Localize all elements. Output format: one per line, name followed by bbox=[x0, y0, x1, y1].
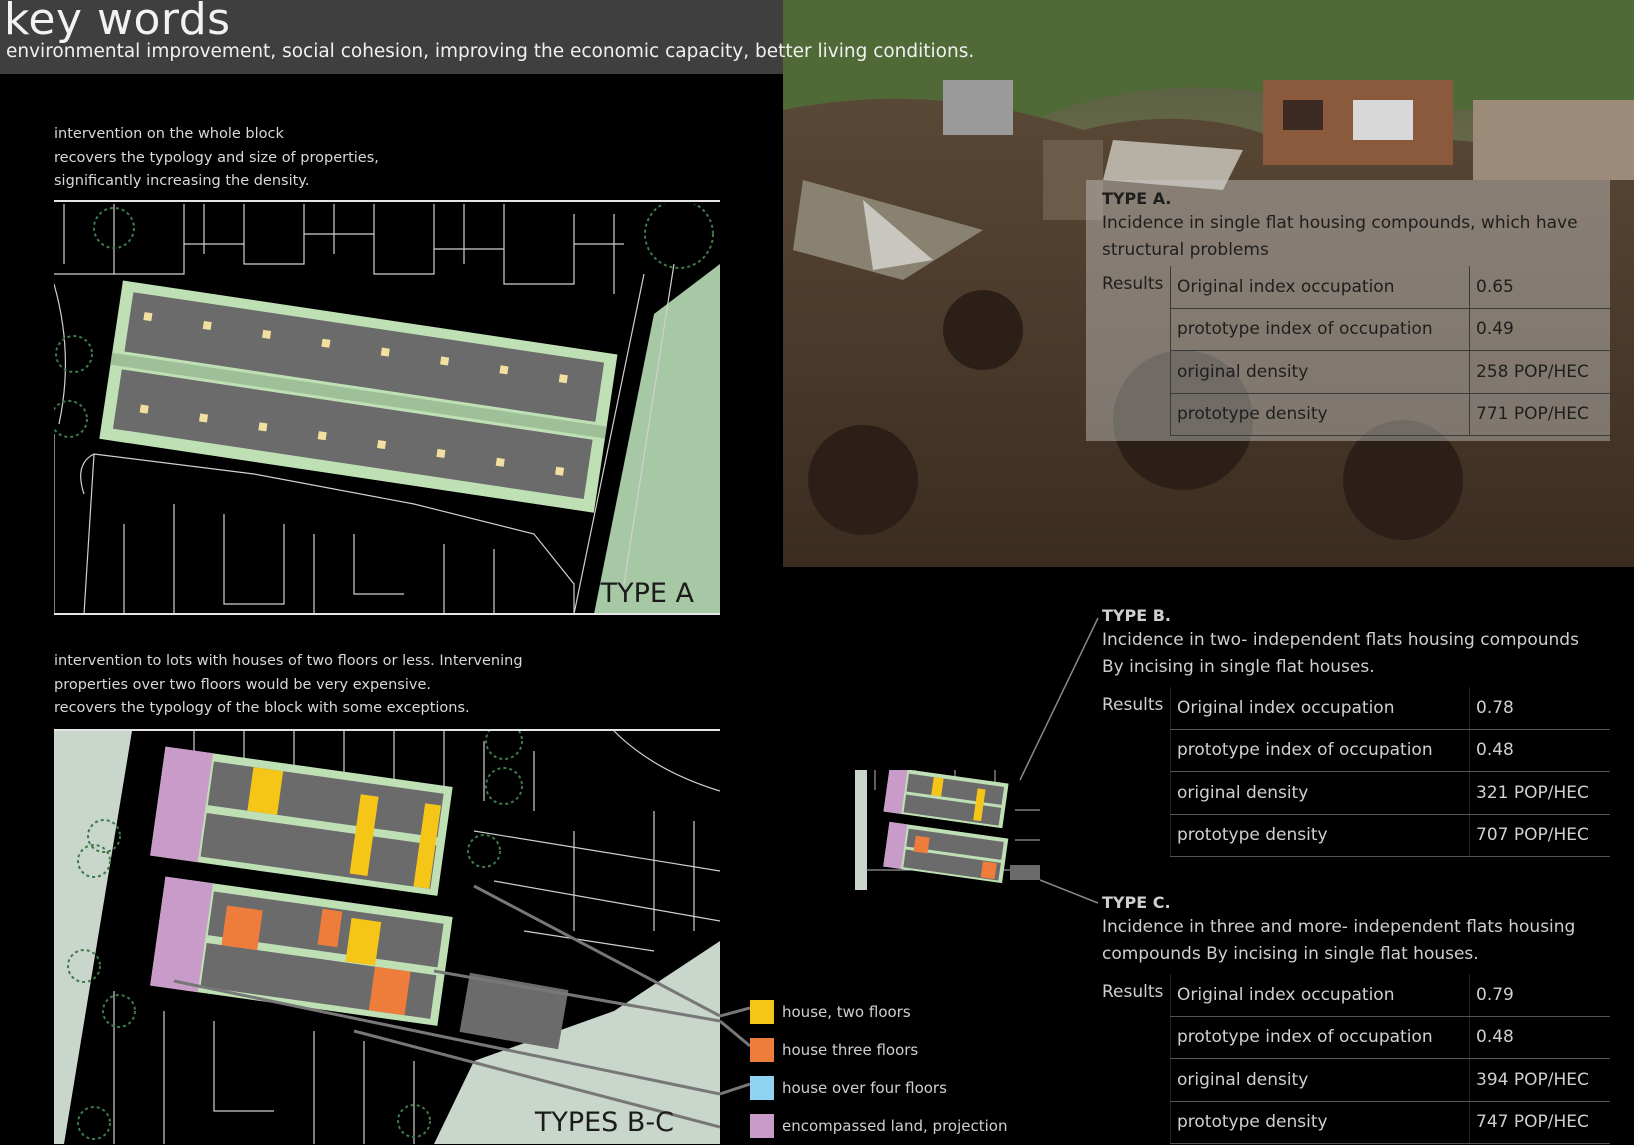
row-value: 394 POP/HEC bbox=[1469, 1058, 1610, 1102]
legend-swatch-three-floors bbox=[750, 1038, 774, 1062]
legend-label: encompassed land, projection bbox=[782, 1117, 1008, 1135]
type-b-info: TYPE B. Incidence in two- independent fl… bbox=[1102, 605, 1610, 857]
table-row: prototype index of occupation 0.49 bbox=[1102, 308, 1610, 351]
row-name: Original index occupation bbox=[1170, 266, 1470, 309]
results-label: Results bbox=[1102, 982, 1164, 1002]
type-a-description: intervention on the whole block recovers… bbox=[54, 123, 379, 194]
row-name: Original index occupation bbox=[1170, 974, 1470, 1017]
divider bbox=[54, 613, 720, 615]
legend-swatch-encompassed bbox=[750, 1114, 774, 1138]
row-value: 258 POP/HEC bbox=[1469, 350, 1610, 394]
type-bc-line: properties over two floors would be very… bbox=[54, 676, 431, 693]
row-value: 0.79 bbox=[1469, 974, 1610, 1017]
incidence-line: By incising in single flat houses. bbox=[1102, 657, 1375, 677]
row-name: original density bbox=[1170, 350, 1470, 394]
type-bc-line: intervention to lots with houses of two … bbox=[54, 653, 523, 669]
legend-item: house three floors bbox=[750, 1031, 1007, 1069]
legend-label: house, two floors bbox=[782, 1003, 911, 1021]
type-a-map: TYPE A bbox=[50, 199, 720, 615]
type-a-map-label: TYPE A bbox=[600, 578, 695, 609]
incidence-line: Incidence in three and more- independent… bbox=[1102, 917, 1576, 937]
legend-swatch-four-floors bbox=[750, 1076, 774, 1100]
type-c-results-table: Results Original index occupation 0.79 p… bbox=[1102, 974, 1610, 1144]
type-b-title: TYPE B. bbox=[1102, 606, 1171, 625]
row-value: 321 POP/HEC bbox=[1469, 771, 1610, 815]
table-row: prototype density 747 POP/HEC bbox=[1102, 1101, 1610, 1144]
legend-label: house over four floors bbox=[782, 1079, 947, 1097]
table-row: prototype index of occupation 0.48 bbox=[1102, 729, 1610, 772]
table-row: original density 321 POP/HEC bbox=[1102, 771, 1610, 815]
row-name: prototype index of occupation bbox=[1170, 308, 1470, 351]
table-row: Results Original index occupation 0.65 bbox=[1102, 266, 1610, 309]
results-label: Results bbox=[1102, 274, 1164, 294]
type-bc-description: intervention to lots with houses of two … bbox=[54, 650, 523, 721]
row-value: 0.48 bbox=[1469, 729, 1610, 772]
table-row: original density 394 POP/HEC bbox=[1102, 1058, 1610, 1102]
incidence-line: structural problems bbox=[1102, 240, 1269, 260]
types-bc-map: TYPES B-C bbox=[54, 731, 720, 1144]
row-name: prototype index of occupation bbox=[1170, 729, 1470, 772]
incidence-line: Incidence in two- independent flats hous… bbox=[1102, 630, 1579, 650]
row-name: prototype index of occupation bbox=[1170, 1016, 1470, 1059]
legend-label: house three floors bbox=[782, 1041, 919, 1059]
type-b-results-table: Results Original index occupation 0.78 p… bbox=[1102, 687, 1610, 857]
type-b-incidence: Incidence in two- independent flats hous… bbox=[1102, 627, 1610, 681]
type-a-line: significantly increasing the density. bbox=[54, 173, 310, 189]
type-a-info-box: TYPE A. Incidence in single flat housing… bbox=[1086, 180, 1610, 441]
row-value: 771 POP/HEC bbox=[1469, 393, 1610, 436]
table-row: prototype density 707 POP/HEC bbox=[1102, 814, 1610, 857]
type-a-title: TYPE A. bbox=[1102, 189, 1172, 208]
type-c-incidence: Incidence in three and more- independent… bbox=[1102, 914, 1610, 968]
row-name: Original index occupation bbox=[1170, 687, 1470, 730]
leader-lines bbox=[720, 1006, 750, 1096]
legend-item: house over four floors bbox=[750, 1069, 1007, 1107]
type-a-incidence: Incidence in single flat housing compoun… bbox=[1102, 210, 1610, 264]
legend-item: house, two floors bbox=[750, 993, 1007, 1031]
row-value: 707 POP/HEC bbox=[1469, 814, 1610, 857]
row-name: prototype density bbox=[1170, 393, 1470, 436]
type-c-info: TYPE C. Incidence in three and more- ind… bbox=[1102, 892, 1610, 1144]
legend: house, two floors house three floors hou… bbox=[750, 993, 1007, 1145]
incidence-line: Incidence in single flat housing compoun… bbox=[1102, 213, 1578, 233]
keywords-text: environmental improvement, social cohesi… bbox=[6, 41, 975, 62]
table-row: original density 258 POP/HEC bbox=[1102, 350, 1610, 394]
type-a-line: recovers the typology and size of proper… bbox=[54, 149, 379, 166]
type-a-line: intervention on the whole block bbox=[54, 126, 284, 142]
incidence-line: compounds By incising in single flat hou… bbox=[1102, 944, 1479, 964]
row-value: 0.78 bbox=[1469, 687, 1610, 730]
row-value: 0.65 bbox=[1469, 266, 1610, 309]
table-row: Results Original index occupation 0.79 bbox=[1102, 974, 1610, 1017]
row-name: original density bbox=[1170, 1058, 1470, 1102]
row-value: 0.49 bbox=[1469, 308, 1610, 351]
type-a-results-table: Results Original index occupation 0.65 p… bbox=[1102, 266, 1610, 436]
row-name: prototype density bbox=[1170, 1101, 1470, 1144]
pointer-lines bbox=[1019, 617, 1099, 904]
table-row: Results Original index occupation 0.78 bbox=[1102, 687, 1610, 730]
row-value: 747 POP/HEC bbox=[1469, 1101, 1610, 1144]
row-name: prototype density bbox=[1170, 814, 1470, 857]
type-c-title: TYPE C. bbox=[1102, 893, 1171, 912]
row-name: original density bbox=[1170, 771, 1470, 815]
type-bc-line: recovers the typology of the block with … bbox=[54, 700, 470, 716]
results-label: Results bbox=[1102, 695, 1164, 715]
legend-item: encompassed land, projection bbox=[750, 1107, 1007, 1145]
table-row: prototype index of occupation 0.48 bbox=[1102, 1016, 1610, 1059]
legend-swatch-two-floors bbox=[750, 1000, 774, 1024]
types-bc-map-label: TYPES B-C bbox=[534, 1107, 674, 1138]
table-row: prototype density 771 POP/HEC bbox=[1102, 393, 1610, 436]
row-value: 0.48 bbox=[1469, 1016, 1610, 1059]
divider bbox=[54, 200, 720, 202]
